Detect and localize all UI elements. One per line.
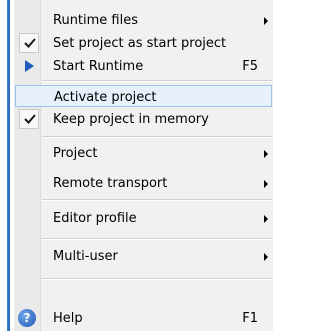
submenu-arrow-icon	[264, 215, 268, 223]
menu-separator	[42, 199, 272, 201]
checkmark-icon	[24, 114, 36, 124]
help-icon: ?	[18, 309, 36, 327]
menu-item-label: Keep project in memory	[53, 112, 209, 127]
menu-separator	[42, 238, 272, 240]
menu-item-label: Remote transport	[53, 176, 168, 191]
menu-item-runtime-files[interactable]: Runtime files	[15, 9, 272, 31]
check-state-box	[19, 109, 39, 129]
menu-item-multi-user[interactable]: Multi-user	[15, 245, 272, 267]
menu-item-project[interactable]: Project	[15, 142, 272, 164]
window-edge	[7, 0, 10, 331]
menu-item-remote-transport[interactable]: Remote transport	[15, 172, 272, 194]
menu-item-set-start-project[interactable]: Set project as start project	[15, 32, 272, 54]
menu-item-label: Activate project	[54, 90, 157, 105]
check-state-box	[19, 33, 39, 53]
menu-item-help[interactable]: ? Help F1	[15, 307, 272, 329]
menu-item-keep-in-memory[interactable]: Keep project in memory	[15, 108, 272, 130]
checkmark-icon	[24, 38, 36, 48]
menu-item-shortcut: F1	[242, 311, 258, 326]
menu-item-activate-project[interactable]: Activate project	[15, 85, 272, 107]
menu-item-label: Multi-user	[53, 249, 118, 264]
menu-item-label: Help	[53, 311, 83, 326]
submenu-arrow-icon	[264, 17, 268, 25]
submenu-arrow-icon	[264, 150, 268, 158]
menu-item-label: Editor profile	[53, 211, 137, 226]
submenu-arrow-icon	[264, 253, 268, 261]
menu-item-shortcut: F5	[242, 59, 258, 74]
menu-item-editor-profile[interactable]: Editor profile	[15, 207, 272, 229]
menu-item-label: Start Runtime	[53, 59, 144, 74]
menu-item-label: Runtime files	[53, 13, 139, 28]
menu-separator	[42, 80, 272, 82]
submenu-arrow-icon	[264, 180, 268, 188]
menu-item-label: Project	[53, 146, 98, 161]
menu-separator	[42, 278, 272, 280]
menu-item-label: Set project as start project	[53, 36, 227, 51]
menu-item-start-runtime[interactable]: Start Runtime F5	[15, 55, 272, 77]
menu-separator	[42, 136, 272, 138]
play-arrow-icon	[25, 60, 34, 72]
